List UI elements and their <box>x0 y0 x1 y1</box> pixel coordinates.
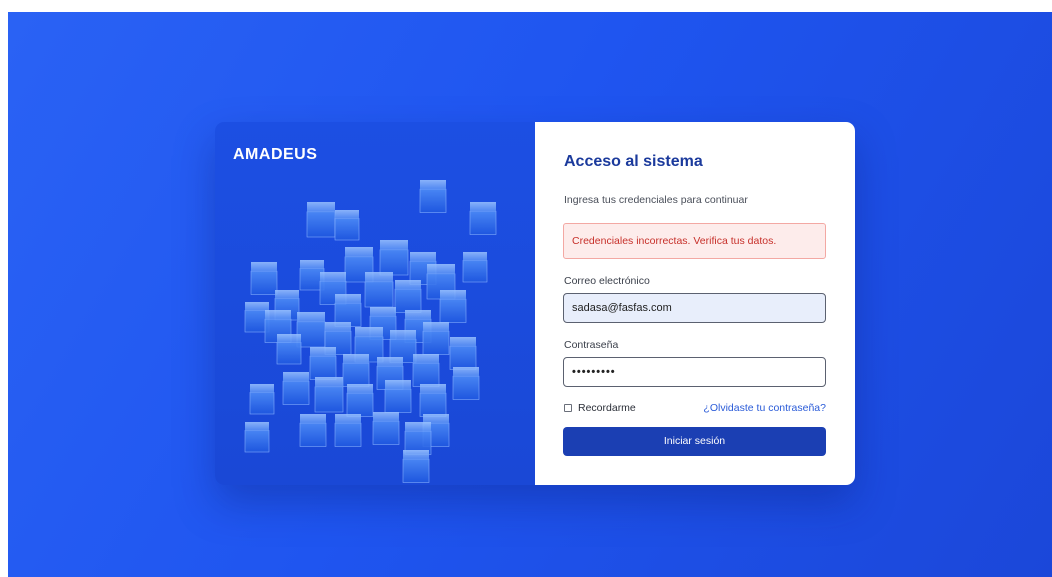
remember-label: Recordarme <box>578 402 636 414</box>
cube-face <box>379 249 409 276</box>
brand-panel: AMADEUS <box>215 122 535 485</box>
cube-face <box>364 281 394 308</box>
cube-top <box>335 294 361 304</box>
cube-top <box>405 310 431 320</box>
cube-top <box>390 330 416 340</box>
cube-face <box>412 362 440 387</box>
cube-face <box>462 260 488 283</box>
cube-face <box>282 380 310 405</box>
cube-face <box>309 355 337 380</box>
cube-face <box>244 430 270 453</box>
cube-face <box>449 345 477 370</box>
login-card: AMADEUS Acceso al sistema Ingresa tus cr… <box>215 122 855 485</box>
cube-top <box>265 310 291 320</box>
cube-top <box>320 272 346 282</box>
login-button[interactable]: Iniciar sesión <box>563 427 826 456</box>
cube-top <box>343 354 369 364</box>
cube-top <box>440 290 466 300</box>
cube-face <box>299 422 327 447</box>
cube-top <box>277 334 301 343</box>
cube-face <box>276 342 302 365</box>
cube-face <box>334 218 360 241</box>
error-alert: Credenciales incorrectas. Verifica tus d… <box>563 223 826 259</box>
cube-face <box>419 392 447 417</box>
cube-top <box>310 347 336 357</box>
cube-face <box>422 330 450 355</box>
cube-face <box>402 458 430 483</box>
remember-checkbox[interactable] <box>564 404 572 412</box>
form-title: Acceso al sistema <box>564 153 703 170</box>
brand-logo: AMADEUS <box>233 146 318 163</box>
cube-top <box>307 202 335 212</box>
remember-me[interactable]: Recordarme <box>564 402 636 414</box>
cube-top <box>423 414 449 424</box>
cube-top <box>345 247 373 257</box>
email-field[interactable]: sadasa@fasfas.com <box>563 293 826 323</box>
cube-top <box>377 357 403 367</box>
password-field[interactable]: ••••••••• <box>563 357 826 387</box>
cube-top <box>380 240 408 250</box>
cube-face <box>314 386 344 413</box>
cube-top <box>245 422 269 431</box>
cube-top <box>385 380 411 390</box>
cube-top <box>410 252 436 262</box>
cube-top <box>450 337 476 347</box>
password-label: Contraseña <box>564 339 619 351</box>
cube-top <box>420 384 446 394</box>
cube-face <box>342 362 370 387</box>
cube-top <box>373 412 399 422</box>
cube-top <box>427 264 455 274</box>
cube-top <box>413 354 439 364</box>
cube-face <box>394 288 422 313</box>
cube-top <box>300 260 324 269</box>
cube-top <box>403 450 429 460</box>
cube-top <box>463 252 487 261</box>
cube-top <box>315 377 343 387</box>
cubes-illustration <box>244 180 497 483</box>
cube-top <box>300 414 326 424</box>
cube-top <box>370 307 396 317</box>
cube-top <box>355 327 383 337</box>
cube-top <box>395 280 421 290</box>
cube-face <box>469 210 497 235</box>
cube-top <box>250 384 274 393</box>
cube-face <box>452 375 480 400</box>
form-subtitle: Ingresa tus credenciales para continuar <box>564 194 748 206</box>
cube-top <box>283 372 309 382</box>
cube-face <box>372 420 400 445</box>
cube-top <box>335 414 361 424</box>
cube-top <box>325 322 351 332</box>
cube-top <box>420 180 446 190</box>
cube-top <box>470 202 496 212</box>
cube-face <box>419 188 447 213</box>
cube-face <box>249 392 275 415</box>
cube-top <box>335 210 359 219</box>
cube-face <box>346 392 374 417</box>
cube-face <box>306 211 336 238</box>
cube-face <box>384 388 412 413</box>
cube-face <box>250 270 278 295</box>
cube-top <box>251 262 277 272</box>
cube-top <box>245 302 269 311</box>
email-label: Correo electrónico <box>564 275 650 287</box>
cube-top <box>365 272 393 282</box>
cube-top <box>423 322 449 332</box>
cube-top <box>275 290 299 299</box>
cube-face <box>439 298 467 323</box>
cube-top <box>297 312 325 322</box>
cube-face <box>334 422 362 447</box>
forgot-password-link[interactable]: ¿Olvidaste tu contraseña? <box>703 402 826 414</box>
cube-top <box>405 422 431 432</box>
cube-top <box>347 384 373 394</box>
cube-top <box>453 367 479 377</box>
login-form-panel: Acceso al sistema Ingresa tus credencial… <box>535 122 855 485</box>
